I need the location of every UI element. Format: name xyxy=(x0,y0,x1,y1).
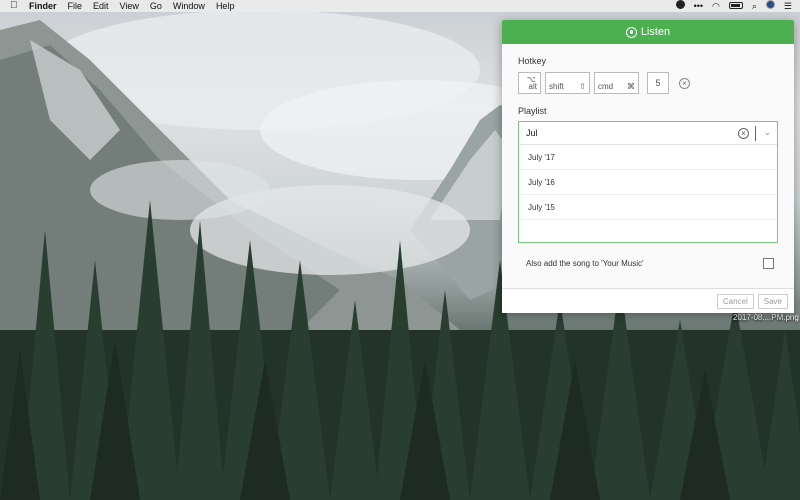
hotkey-cmd-toggle[interactable]: cmd ⌘ xyxy=(594,72,639,94)
also-add-checkbox[interactable] xyxy=(763,258,774,269)
menu-view[interactable]: View xyxy=(120,0,139,12)
menu-file[interactable]: File xyxy=(68,0,83,12)
wifi-icon[interactable]: ◠ xyxy=(712,0,720,12)
listen-icon[interactable] xyxy=(675,0,685,12)
desktop-file-label[interactable]: 2017-08....PM.png xyxy=(733,313,799,322)
menu-window[interactable]: Window xyxy=(173,0,205,12)
more-icon[interactable]: ••• xyxy=(694,0,703,12)
hotkey-key-input[interactable]: 5 xyxy=(647,72,669,94)
menu-bar:  Finder File Edit View Go Window Help •… xyxy=(0,0,800,12)
listen-logo-icon xyxy=(625,26,637,38)
playlist-option[interactable]: July '16 xyxy=(519,170,777,195)
cancel-button[interactable]: Cancel xyxy=(716,293,754,309)
listen-popover: Listen Hotkey ⌥ alt shift ⇧ cmd ⌘ 5 × Pl… xyxy=(502,20,794,313)
menu-finder[interactable]: Finder xyxy=(29,0,57,12)
apple-logo-icon[interactable]:  xyxy=(10,0,20,12)
also-add-row: Also add the song to 'Your Music' xyxy=(526,258,774,269)
menu-edit[interactable]: Edit xyxy=(93,0,109,12)
playlist-separator xyxy=(755,126,756,141)
popover-body: Hotkey ⌥ alt shift ⇧ cmd ⌘ 5 × Playlist … xyxy=(502,44,794,288)
hotkey-shift-label: shift xyxy=(549,82,564,91)
playlist-select: × ⌄ July '17 July '16 July '15 xyxy=(518,121,778,243)
popover-title: Listen xyxy=(640,26,671,38)
battery-icon[interactable] xyxy=(728,0,743,12)
popover-header: Listen xyxy=(502,20,794,44)
playlist-option[interactable]: July '17 xyxy=(519,145,777,170)
hotkey-alt-label: alt xyxy=(528,82,537,91)
chevron-down-icon[interactable]: ⌄ xyxy=(763,127,771,138)
hotkey-shift-toggle[interactable]: shift ⇧ xyxy=(545,72,590,94)
playlist-label: Playlist xyxy=(518,106,547,116)
status-bar-icons: ••• ◠ ⌕ ☰ xyxy=(667,0,792,12)
playlist-input-row: × ⌄ xyxy=(519,122,777,145)
hotkey-row: ⌥ alt shift ⇧ cmd ⌘ 5 × xyxy=(518,72,778,94)
list-icon[interactable]: ☰ xyxy=(784,0,792,12)
hotkey-alt-toggle[interactable]: ⌥ alt xyxy=(518,72,541,94)
user-icon[interactable] xyxy=(765,0,775,12)
also-add-label: Also add the song to 'Your Music' xyxy=(526,259,644,268)
playlist-clear-icon[interactable]: × xyxy=(738,128,749,139)
hotkey-cmd-label: cmd xyxy=(598,82,614,91)
menu-help[interactable]: Help xyxy=(216,0,235,12)
menu-go[interactable]: Go xyxy=(150,0,162,12)
command-key-icon: ⌘ xyxy=(627,82,635,91)
search-icon[interactable]: ⌕ xyxy=(752,0,757,12)
save-button[interactable]: Save xyxy=(757,293,788,309)
playlist-option[interactable]: July '15 xyxy=(519,195,777,220)
popover-footer: Cancel Save xyxy=(502,288,794,313)
hotkey-clear-icon[interactable]: × xyxy=(679,77,690,89)
hotkey-label: Hotkey xyxy=(518,56,547,66)
shift-key-icon: ⇧ xyxy=(579,82,586,91)
playlist-search-input[interactable] xyxy=(519,128,719,138)
